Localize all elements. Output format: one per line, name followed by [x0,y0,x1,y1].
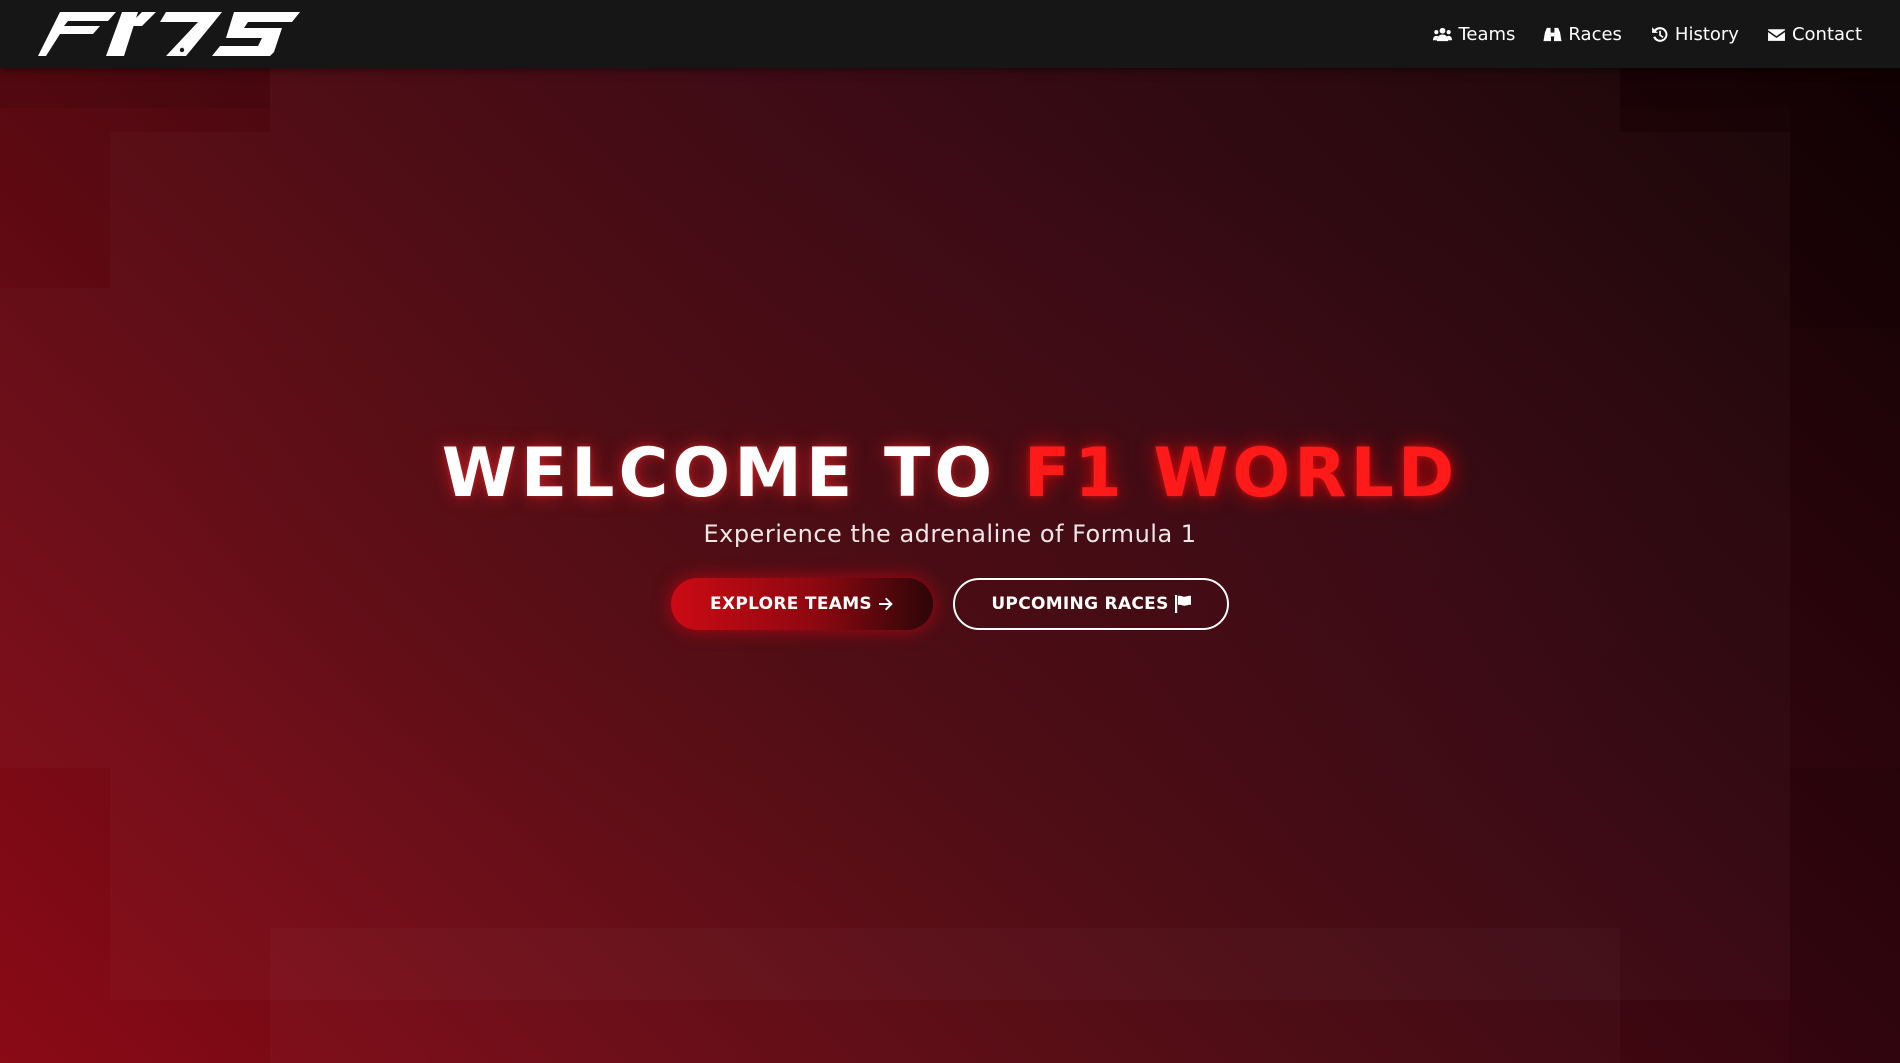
background-tile [0,68,270,108]
arrow-right-icon [878,597,893,611]
nav-teams-label: Teams [1458,23,1516,45]
envelope-icon [1768,28,1785,41]
nav-contact-label: Contact [1791,23,1862,45]
f1-75-logo[interactable] [38,12,300,56]
binoculars-icon [1543,27,1562,41]
nav-teams-link[interactable]: Teams [1433,24,1515,45]
main-nav: Teams Races History Contact [1433,0,1862,68]
hero-content: WELCOME TO F1 WORLD Experience the adren… [0,434,1900,630]
hero-buttons: EXPLORE TEAMS UPCOMING RACES [0,578,1900,630]
navbar: Teams Races History Contact [0,0,1900,68]
history-icon [1652,26,1668,42]
nav-races-link[interactable]: Races [1543,24,1622,45]
upcoming-races-label: UPCOMING RACES [991,594,1169,614]
hero-title-main: WELCOME TO [441,434,1024,513]
nav-history-label: History [1674,23,1739,45]
hero-title-accent: F1 WORLD [1023,434,1459,513]
explore-teams-button[interactable]: EXPLORE TEAMS [671,578,933,630]
hero-subtitle: Experience the adrenaline of Formula 1 [703,520,1197,548]
background-tile [1620,68,1900,108]
users-icon [1433,27,1453,41]
hero-section: WELCOME TO F1 WORLD Experience the adren… [0,68,1900,1063]
flag-icon [1174,595,1191,613]
nav-races-label: Races [1568,23,1622,45]
hero-title: WELCOME TO F1 WORLD [0,434,1900,514]
background-tile [1790,108,1900,328]
background-tile [270,68,1620,132]
nav-history-link[interactable]: History [1650,24,1739,45]
nav-contact-link[interactable]: Contact [1767,24,1862,45]
upcoming-races-button[interactable]: UPCOMING RACES [953,578,1229,630]
explore-teams-label: EXPLORE TEAMS [710,594,872,614]
background-tile [270,928,1620,1063]
background-tile [1790,768,1900,1063]
